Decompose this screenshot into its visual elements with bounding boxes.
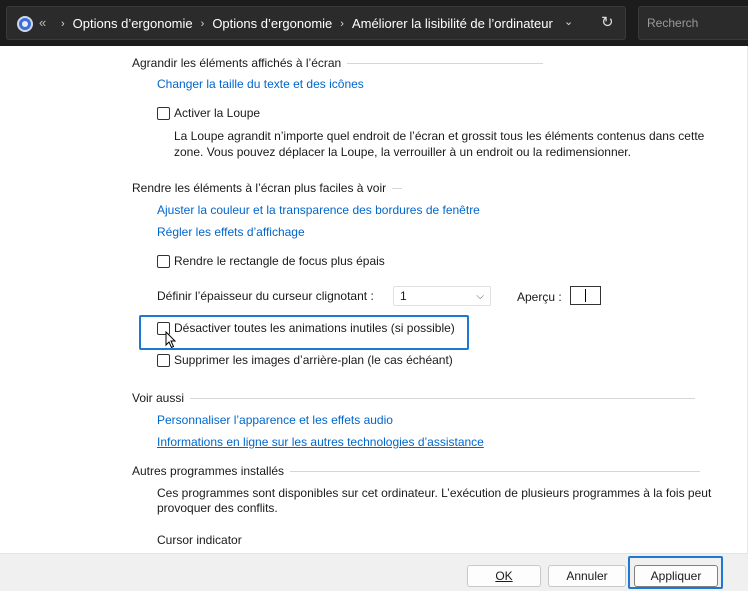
magnifier-description: La Loupe agrandit n’importe quel endroit… xyxy=(174,129,705,159)
cursor-thickness-select[interactable]: 1 ⌵ xyxy=(393,286,491,306)
breadcrumb-overflow[interactable]: « xyxy=(39,15,46,30)
highlight-frame xyxy=(139,315,469,350)
section-heading: Autres programmes installés xyxy=(132,464,701,478)
cursor-thickness-value: 1 xyxy=(400,289,407,303)
ok-button[interactable]: OK xyxy=(467,565,541,587)
breadcrumb-item[interactable]: Options d’ergonomie xyxy=(73,16,193,31)
divider xyxy=(392,187,403,189)
focus-rectangle-checkbox-row[interactable]: Rendre le rectangle de focus plus épais xyxy=(157,254,385,268)
programs-description: Ces programmes sont disponibles sur cet … xyxy=(157,486,712,515)
mouse-pointer-icon xyxy=(165,331,177,349)
breadcrumb-item[interactable]: Options d’ergonomie xyxy=(212,16,332,31)
refresh-icon[interactable]: ↻ xyxy=(601,13,614,31)
cursor-preview xyxy=(570,286,601,305)
remove-background-checkbox-row[interactable]: Supprimer les images d’arrière-plan (le … xyxy=(157,353,453,367)
program-cursor-indicator[interactable]: Cursor indicator xyxy=(157,533,242,547)
magnifier-checkbox[interactable] xyxy=(157,106,170,120)
address-bar[interactable]: « › Options d’ergonomie › Options d’ergo… xyxy=(6,6,626,40)
main-content: Agrandir les éléments affichés à l’écran… xyxy=(0,46,748,553)
cursor-thickness-label: Définir l’épaisseur du curseur clignotan… xyxy=(157,289,374,303)
change-text-size-link[interactable]: Changer la taille du texte et des icônes xyxy=(157,77,364,91)
personalize-appearance-link[interactable]: Personnaliser l’apparence et les effets … xyxy=(157,413,393,427)
assistive-tech-link[interactable]: Informations en ligne sur les autres tec… xyxy=(157,435,484,449)
remove-background-checkbox[interactable] xyxy=(157,353,170,367)
focus-rectangle-checkbox-label[interactable]: Rendre le rectangle de focus plus épais xyxy=(174,254,385,268)
section-heading-text: Rendre les éléments à l’écran plus facil… xyxy=(132,181,387,195)
section-heading-text: Agrandir les éléments affichés à l’écran xyxy=(132,56,342,70)
chevron-down-icon: ⌵ xyxy=(476,290,484,302)
ok-button-label: OK xyxy=(495,569,513,583)
divider xyxy=(190,397,696,399)
section-heading: Agrandir les éléments affichés à l’écran xyxy=(132,56,544,70)
display-effects-link[interactable]: Régler les effets d’affichage xyxy=(157,225,305,239)
apply-highlight-frame xyxy=(628,556,723,589)
chevron-right-icon: › xyxy=(200,17,205,30)
search-input[interactable]: Recherch xyxy=(638,6,748,40)
divider xyxy=(290,470,701,472)
chevron-right-icon: › xyxy=(340,17,344,30)
address-bar-area: « › Options d’ergonomie › Options d’ergo… xyxy=(0,0,748,46)
cancel-button[interactable]: Annuler xyxy=(548,565,626,587)
magnifier-checkbox-row[interactable]: Activer la Loupe xyxy=(157,106,260,120)
chevron-right-icon: › xyxy=(61,17,65,30)
section-heading-text: Autres programmes installés xyxy=(132,464,285,478)
section-heading: Voir aussi xyxy=(132,391,696,405)
caret-icon xyxy=(585,289,586,302)
remove-background-checkbox-label[interactable]: Supprimer les images d’arrière-plan (le … xyxy=(174,353,453,367)
focus-rectangle-checkbox[interactable] xyxy=(157,254,170,268)
control-panel-icon xyxy=(17,16,33,32)
breadcrumb: › Options d’ergonomie › Options d’ergono… xyxy=(53,16,553,31)
breadcrumb-item-current[interactable]: Améliorer la lisibilité de l’ordinateur xyxy=(352,16,553,31)
section-heading-text: Voir aussi xyxy=(132,391,185,405)
section-heading: Rendre les éléments à l’écran plus facil… xyxy=(132,181,403,195)
preview-label: Aperçu : xyxy=(517,290,562,304)
chevron-down-icon[interactable]: ⌄ xyxy=(564,15,573,28)
divider xyxy=(347,62,544,64)
magnifier-checkbox-label[interactable]: Activer la Loupe xyxy=(174,106,260,120)
window-border-color-link[interactable]: Ajuster la couleur et la transparence de… xyxy=(157,203,480,217)
